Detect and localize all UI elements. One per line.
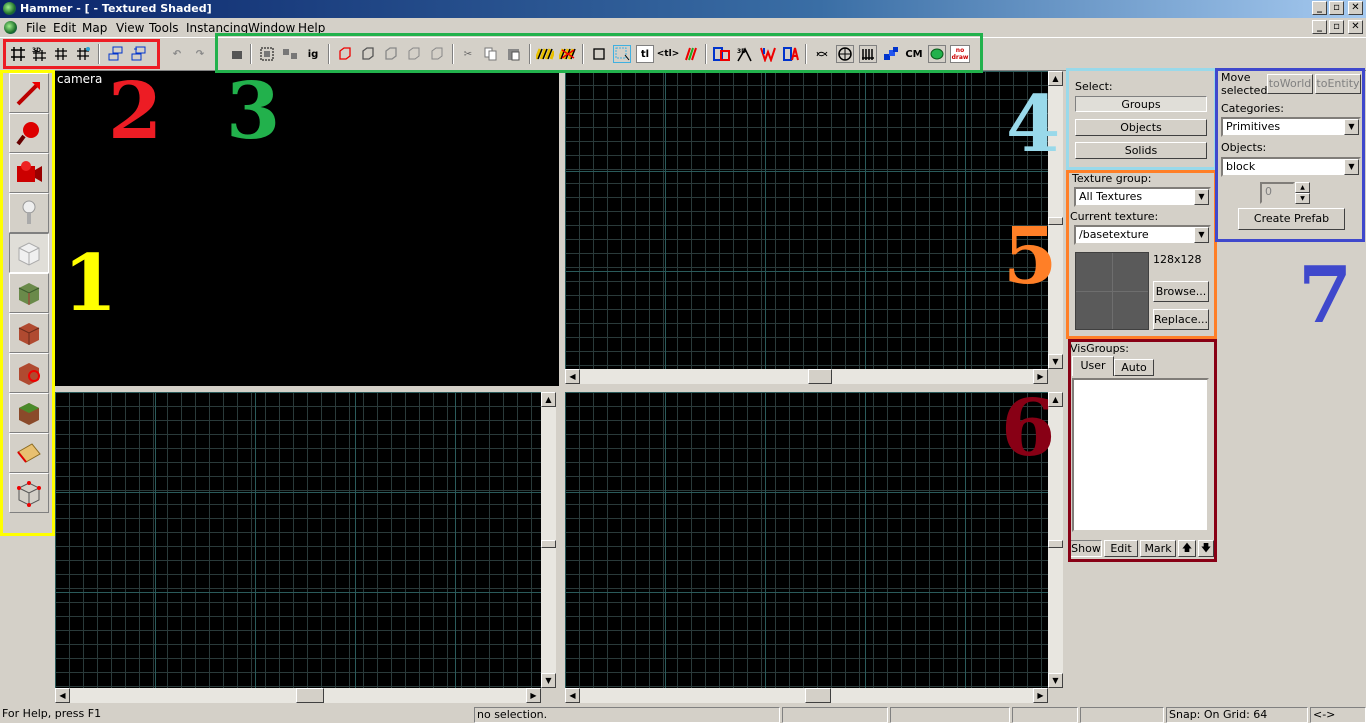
scroll-thumb[interactable] bbox=[541, 540, 556, 548]
annotation-number-6: 6 bbox=[1001, 383, 1056, 474]
scroll-left-button[interactable]: ◀ bbox=[565, 369, 580, 384]
annotation-number-3: 3 bbox=[226, 66, 281, 157]
status-cell-empty-2 bbox=[890, 707, 1010, 723]
scroll-down-button[interactable]: ▼ bbox=[1048, 354, 1063, 369]
status-snap: Snap: On Grid: 64 bbox=[1166, 707, 1308, 723]
annotation-box-4 bbox=[1066, 68, 1217, 170]
side-viewport[interactable] bbox=[565, 392, 1048, 688]
doc-close-button[interactable]: ✕ bbox=[1348, 20, 1363, 34]
status-cell-empty-4 bbox=[1080, 707, 1164, 723]
scroll-thumb[interactable] bbox=[1048, 540, 1063, 548]
doc-minimize-button[interactable]: _ bbox=[1312, 20, 1327, 34]
annotation-number-4: 4 bbox=[1006, 79, 1061, 170]
status-cell-empty-3 bbox=[1012, 707, 1078, 723]
scroll-down-button[interactable]: ▼ bbox=[1048, 673, 1063, 688]
scroll-left-button[interactable]: ◀ bbox=[565, 688, 580, 703]
scroll-up-button[interactable]: ▲ bbox=[541, 392, 556, 407]
front-viewport-vscroll[interactable]: ▲ ▼ bbox=[541, 392, 556, 688]
annotation-box-1 bbox=[0, 70, 55, 536]
minimize-button[interactable]: _ bbox=[1312, 1, 1327, 15]
scroll-right-button[interactable]: ▶ bbox=[526, 688, 541, 703]
annotation-box-5 bbox=[1066, 170, 1217, 339]
scroll-thumb[interactable] bbox=[296, 688, 324, 703]
undo-icon[interactable]: ↶ bbox=[168, 45, 186, 63]
status-help: For Help, press F1 bbox=[2, 707, 102, 720]
front-viewport-hscroll[interactable]: ◀ ▶ bbox=[55, 688, 541, 703]
scroll-down-button[interactable]: ▼ bbox=[541, 673, 556, 688]
hammer-app-icon bbox=[3, 2, 16, 15]
window-title: Hammer - [ - Textured Shaded] bbox=[20, 2, 212, 15]
redo-icon[interactable]: ↷ bbox=[191, 45, 209, 63]
title-bar[interactable]: Hammer - [ - Textured Shaded] _ ▫ ✕ bbox=[0, 0, 1366, 18]
scroll-right-button[interactable]: ▶ bbox=[1033, 369, 1048, 384]
scroll-thumb[interactable] bbox=[808, 369, 832, 384]
annotation-box-2 bbox=[3, 39, 160, 69]
status-selection: no selection. bbox=[474, 707, 780, 723]
annotation-number-1: 1 bbox=[63, 238, 118, 329]
scroll-thumb[interactable] bbox=[805, 688, 831, 703]
annotation-number-5: 5 bbox=[1003, 211, 1058, 302]
annotation-number-2: 2 bbox=[108, 66, 163, 157]
annotation-box-7 bbox=[1215, 68, 1365, 242]
annotation-box-3 bbox=[215, 33, 983, 73]
menu-file[interactable]: File bbox=[26, 21, 46, 35]
close-button[interactable]: ✕ bbox=[1348, 1, 1363, 15]
top-viewport-hscroll[interactable]: ◀ ▶ bbox=[565, 369, 1048, 384]
menu-tools[interactable]: Tools bbox=[149, 21, 179, 35]
side-viewport-hscroll[interactable]: ◀ ▶ bbox=[565, 688, 1048, 703]
scroll-left-button[interactable]: ◀ bbox=[55, 688, 70, 703]
front-viewport[interactable] bbox=[55, 392, 541, 688]
status-arrows: <-> bbox=[1310, 707, 1366, 723]
camera-label: camera bbox=[57, 72, 103, 86]
maximize-button[interactable]: ▫ bbox=[1329, 1, 1344, 15]
annotation-number-7: 7 bbox=[1298, 250, 1353, 341]
status-cell-empty-1 bbox=[782, 707, 888, 723]
menu-map[interactable]: Map bbox=[82, 21, 107, 35]
doc-restore-button[interactable]: ▫ bbox=[1329, 20, 1344, 34]
top-viewport[interactable] bbox=[565, 71, 1048, 369]
menu-edit[interactable]: Edit bbox=[53, 21, 76, 35]
annotation-box-6 bbox=[1068, 339, 1217, 562]
scroll-right-button[interactable]: ▶ bbox=[1033, 688, 1048, 703]
menu-view[interactable]: View bbox=[116, 21, 144, 35]
document-icon bbox=[4, 21, 17, 34]
